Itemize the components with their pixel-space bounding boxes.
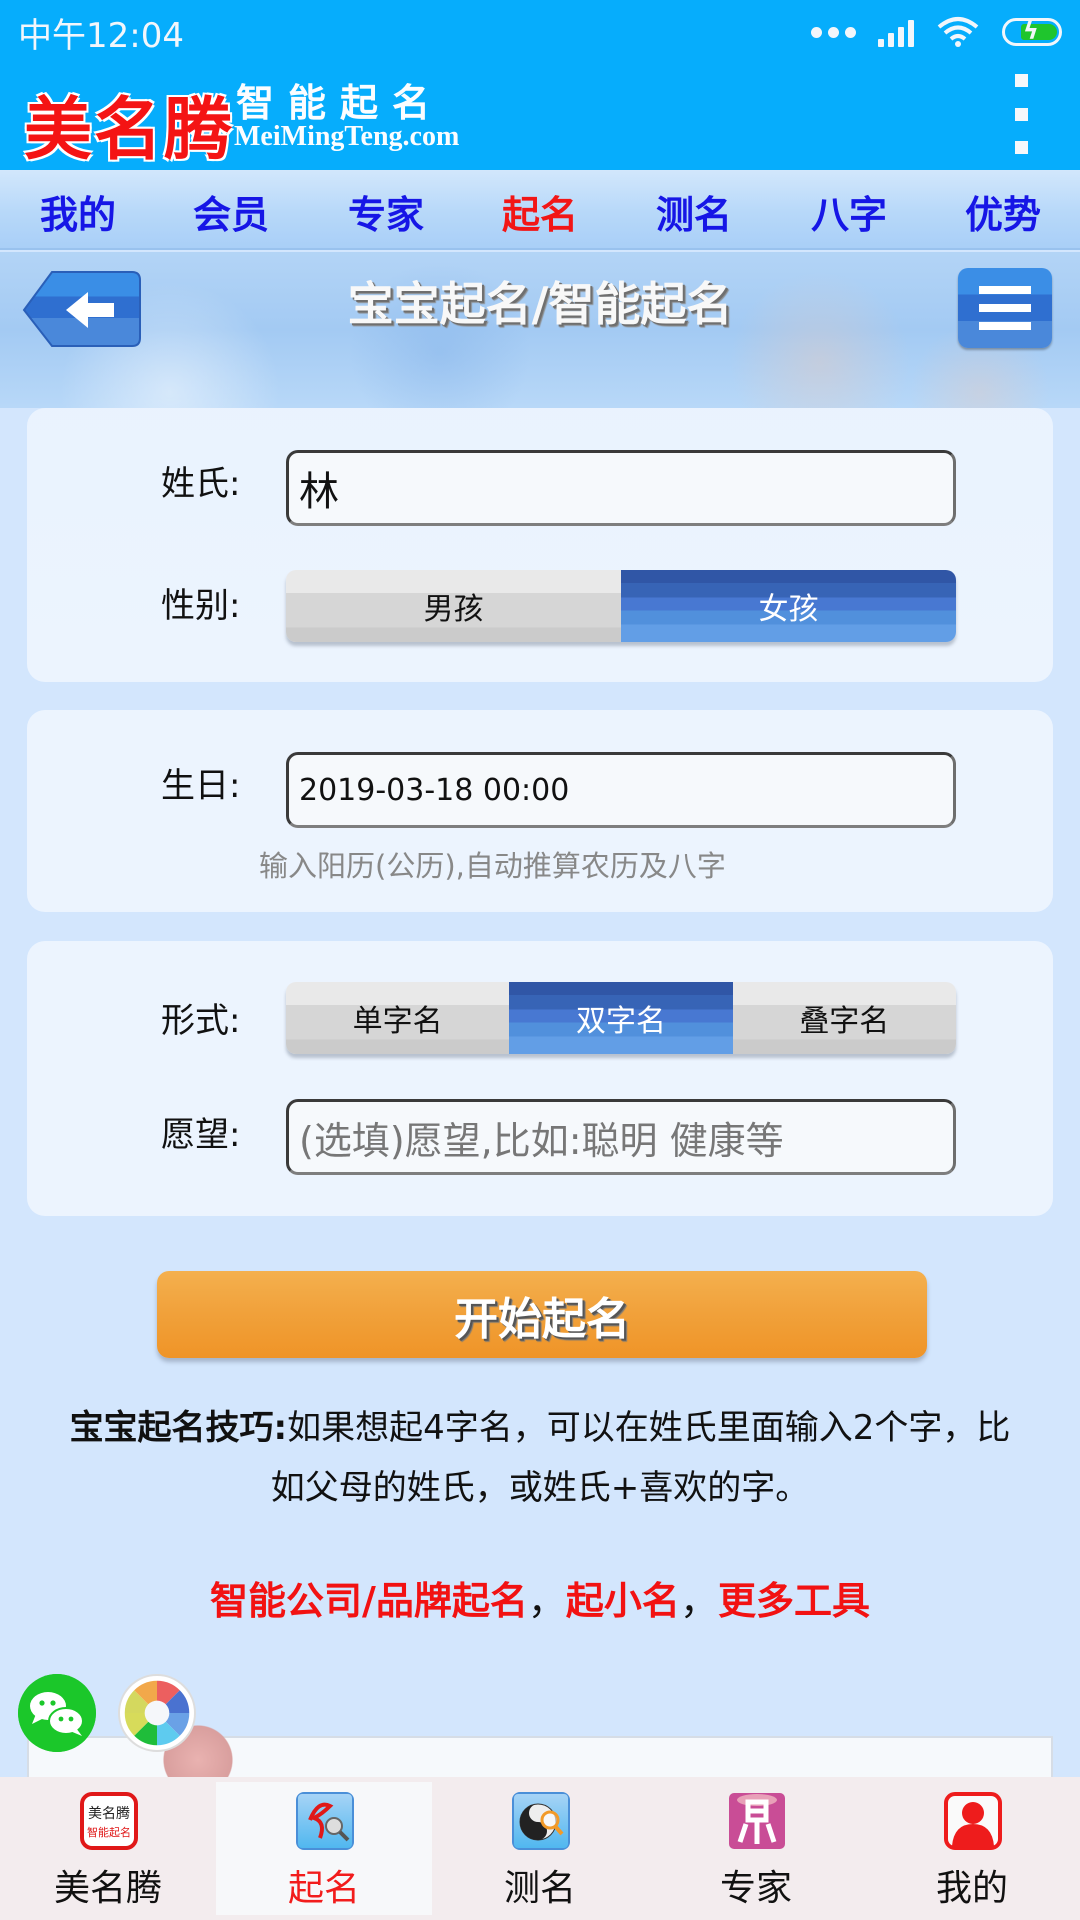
gender-label: 性别: — [161, 586, 241, 626]
tab-mine[interactable]: 我的 — [864, 1777, 1080, 1920]
app-logo-icon: 美名腾 智能起名 — [80, 1792, 138, 1850]
kebab-menu-icon[interactable] — [1006, 74, 1036, 154]
nav-item-expert[interactable]: 专家 — [336, 184, 436, 239]
battery-charging-icon: ϟ — [1002, 17, 1062, 46]
naming-tip: 宝宝起名技巧:如果想起4字名，可以在姓氏里面输入2个字，比如父母的姓氏，或姓氏+… — [60, 1398, 1020, 1518]
name-form-label: 形式: — [161, 1001, 241, 1041]
tab-label: 起名 — [287, 1868, 360, 1909]
nav-item-test-name[interactable]: 测名 — [644, 184, 744, 239]
link-nickname[interactable]: 起小名 — [566, 1579, 680, 1623]
gender-option-boy[interactable]: 男孩 — [286, 570, 621, 642]
nav-item-mine[interactable]: 我的 — [28, 184, 128, 239]
status-icons: ϟ — [811, 12, 1062, 52]
form-wish-card: 形式: 单字名 双字名 叠字名 愿望: (选填)愿望,比如:聪明 健康等 — [27, 941, 1053, 1216]
form-option-repeated[interactable]: 叠字名 — [732, 982, 956, 1054]
surname-label: 姓氏: — [161, 464, 241, 504]
wechat-share-button[interactable] — [18, 1674, 96, 1752]
logo-mark: 美名腾 — [24, 90, 235, 170]
birthday-hint: 输入阳历(公历),自动推算农历及八字 — [259, 849, 726, 883]
name-form-toggle: 单字名 双字名 叠字名 — [286, 982, 956, 1054]
nav-item-member[interactable]: 会员 — [181, 184, 281, 239]
logo-domain: MeiMingTeng.com — [234, 121, 460, 152]
tab-test-name[interactable]: 测名 — [432, 1777, 648, 1920]
start-naming-button[interactable]: 开始起名 — [157, 1271, 927, 1358]
logo-slogan: 智能起名 — [236, 80, 445, 125]
wish-label: 愿望: — [161, 1115, 241, 1155]
tab-naming[interactable]: 起名 — [216, 1782, 432, 1915]
surname-input[interactable]: 林 — [286, 450, 956, 526]
tab-label: 专家 — [719, 1868, 792, 1909]
more-notifications-icon — [811, 26, 856, 38]
moments-share-button[interactable] — [118, 1674, 196, 1752]
tab-label: 测名 — [503, 1868, 576, 1909]
tab-label: 美名腾 — [53, 1868, 162, 1909]
tip-heading: 宝宝起名技巧: — [69, 1408, 288, 1448]
expert-seal-icon — [729, 1793, 785, 1849]
tab-home[interactable]: 美名腾 智能起名 美名腾 — [0, 1777, 216, 1920]
more-links: 智能公司/品牌起名，起小名，更多工具 — [0, 1570, 1080, 1625]
wechat-moments-icon — [122, 1678, 192, 1748]
yin-yang-search-icon — [512, 1792, 570, 1850]
nav-item-naming[interactable]: 起名 — [490, 184, 590, 239]
surname-gender-card: 姓氏: 林 性别: 男孩 女孩 — [27, 408, 1053, 682]
link-company-brand-naming[interactable]: 智能公司/品牌起名 — [210, 1579, 528, 1623]
top-nav: 我的 会员 专家 起名 测名 八字 优势 — [0, 170, 1080, 250]
form-option-single[interactable]: 单字名 — [286, 982, 510, 1054]
bottom-tab-bar: 美名腾 智能起名 美名腾 起名 测名 专家 我的 — [0, 1777, 1080, 1920]
nav-item-advantages[interactable]: 优势 — [953, 184, 1053, 239]
hamburger-menu-button[interactable] — [958, 268, 1052, 348]
page-title: 宝宝起名/智能起名 — [347, 277, 733, 331]
user-profile-icon — [944, 1792, 1002, 1850]
gender-toggle: 男孩 女孩 — [286, 570, 956, 642]
hamburger-menu-icon — [979, 286, 1031, 294]
wifi-icon — [937, 17, 979, 47]
birthday-input[interactable]: 2019-03-18 00:00 — [286, 752, 956, 828]
tip-body: 如果想起4字名，可以在姓氏里面输入2个字，比如父母的姓氏，或姓氏+喜欢的字。 — [270, 1408, 1011, 1508]
link-separator: ， — [527, 1579, 566, 1623]
naming-icon — [296, 1792, 354, 1850]
form-option-double[interactable]: 双字名 — [509, 982, 733, 1054]
svg-text:美名腾: 美名腾 — [88, 1805, 130, 1822]
link-more-tools[interactable]: 更多工具 — [718, 1579, 870, 1623]
signal-icon — [878, 17, 914, 47]
back-button[interactable] — [22, 270, 142, 348]
nav-item-bazi[interactable]: 八字 — [799, 184, 899, 239]
link-separator: ， — [679, 1579, 718, 1623]
birthday-label: 生日: — [161, 766, 241, 806]
tab-label: 我的 — [935, 1868, 1008, 1909]
wish-input[interactable]: (选填)愿望,比如:聪明 健康等 — [286, 1099, 956, 1175]
status-time: 中午12:04 — [18, 16, 184, 56]
tab-expert[interactable]: 专家 — [648, 1777, 864, 1920]
gender-option-girl[interactable]: 女孩 — [621, 570, 956, 642]
svg-text:智能起名: 智能起名 — [87, 1825, 131, 1839]
